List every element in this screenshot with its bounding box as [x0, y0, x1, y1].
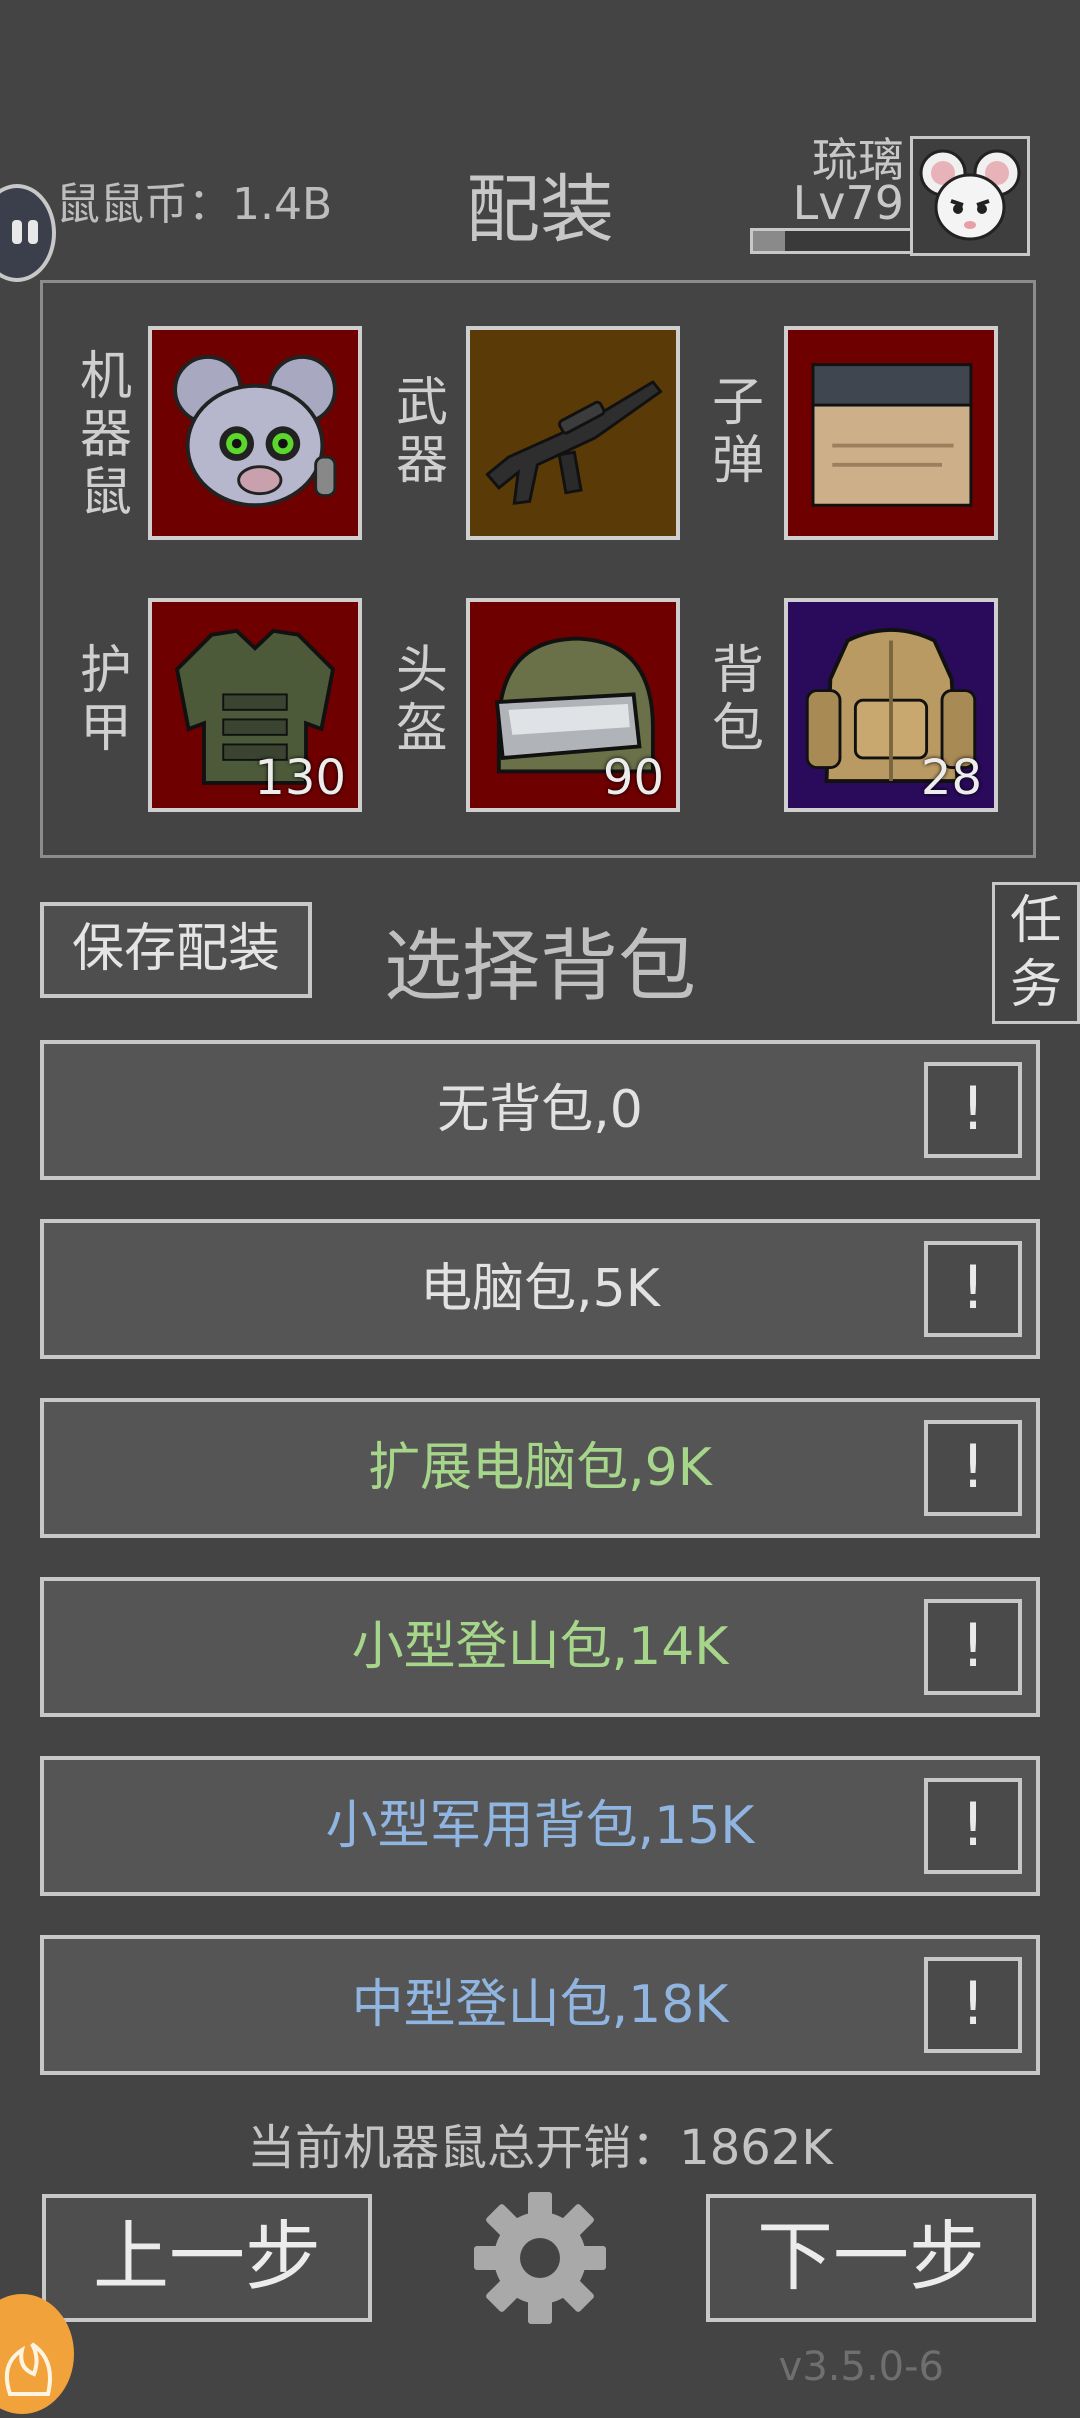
armor-durability: 130	[254, 750, 346, 806]
backpack-option-label: 电脑包,5K	[420, 1259, 660, 1319]
backpack-option-label: 小型军用背包,15K	[325, 1796, 755, 1856]
slot-armor[interactable]: 130	[148, 598, 362, 812]
backpack-option-label: 无背包,0	[437, 1080, 643, 1140]
player-level: Lv79	[792, 176, 904, 230]
slot-weapon[interactable]	[466, 326, 680, 540]
slot-label-backpack: 背包	[711, 641, 764, 759]
backpack-option-label: 扩展电脑包,9K	[368, 1438, 712, 1498]
slot-ammo[interactable]	[784, 326, 998, 540]
slot-label-ammo: 子弹	[711, 373, 764, 491]
version-label: v3.5.0-6	[778, 2344, 944, 2390]
xp-bar-fill	[753, 231, 785, 251]
helmet-durability: 90	[602, 750, 664, 806]
info-button[interactable]: !	[924, 1957, 1022, 2053]
backpack-option-row[interactable]: 电脑包,5K!	[40, 1219, 1040, 1359]
gear-icon	[474, 2192, 606, 2324]
ammo-box-icon	[788, 330, 994, 536]
backpack-option-row[interactable]: 无背包,0!	[40, 1040, 1040, 1180]
flame-icon	[5, 2342, 52, 2396]
backpack-option-label: 小型登山包,14K	[351, 1617, 729, 1677]
slot-helmet[interactable]: 90	[466, 598, 680, 812]
slot-label-armor: 护甲	[79, 641, 132, 759]
slot-label-helmet: 头盔	[395, 641, 448, 759]
info-button[interactable]: !	[924, 1420, 1022, 1516]
info-button[interactable]: !	[924, 1241, 1022, 1337]
slot-robot-mouse[interactable]	[148, 326, 362, 540]
backpack-option-row[interactable]: 中型登山包,18K!	[40, 1935, 1040, 2075]
info-button[interactable]: !	[924, 1062, 1022, 1158]
backpack-option-row[interactable]: 小型登山包,14K!	[40, 1577, 1040, 1717]
backpack-option-row[interactable]: 小型军用背包,15K!	[40, 1756, 1040, 1896]
slot-label-weapon: 武器	[395, 373, 448, 491]
total-cost: 当前机器鼠总开销：1862K	[247, 2120, 833, 2176]
settings-button[interactable]	[474, 2192, 606, 2324]
xp-bar	[750, 228, 916, 254]
backpack-capacity: 28	[920, 750, 982, 806]
prev-step-button[interactable]: 上一步	[42, 2194, 372, 2322]
rifle-icon	[470, 330, 676, 536]
backpack-option-row[interactable]: 扩展电脑包,9K!	[40, 1398, 1040, 1538]
slot-backpack[interactable]: 28	[784, 598, 998, 812]
info-button[interactable]: !	[924, 1778, 1022, 1874]
floating-assistant[interactable]	[0, 2294, 74, 2414]
info-button[interactable]: !	[924, 1599, 1022, 1695]
robot-mouse-icon	[152, 330, 358, 536]
avatar[interactable]	[910, 136, 1030, 256]
save-loadout-button[interactable]: 保存配装	[40, 902, 312, 998]
mouse-avatar-icon	[919, 149, 1021, 241]
section-title: 选择背包	[384, 922, 697, 1012]
next-step-button[interactable]: 下一步	[706, 2194, 1036, 2322]
backpack-option-label: 中型登山包,18K	[351, 1975, 729, 2035]
slot-label-robot: 机器鼠	[79, 347, 132, 523]
task-button[interactable]: 任务	[992, 882, 1080, 1024]
